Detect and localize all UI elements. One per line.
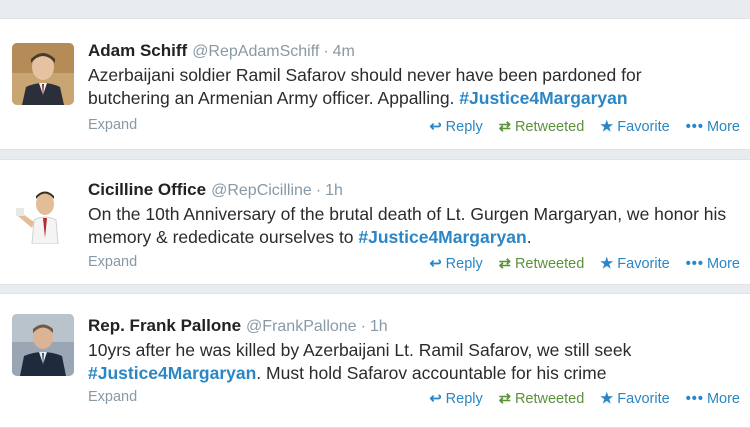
timestamp[interactable]: 1h	[325, 182, 343, 199]
tweet-header: Cicilline Office @RepCicilline · 1h	[88, 180, 343, 200]
reply-label: Reply	[445, 256, 483, 272]
retweet-icon: ⇄	[498, 391, 511, 407]
reply-arrow-icon: ↩	[429, 256, 442, 272]
tweet-actions: ↩ Reply ⇄ Retweeted ★ Favorite ••• More	[418, 119, 740, 135]
reply-label: Reply	[445, 391, 483, 407]
favorite-label: Favorite	[617, 119, 670, 135]
reply-label: Reply	[445, 119, 483, 135]
retweet-button[interactable]: ⇄ Retweeted	[499, 256, 584, 272]
more-button[interactable]: ••• More	[686, 256, 740, 272]
more-button[interactable]: ••• More	[686, 391, 740, 407]
more-label: More	[706, 391, 740, 407]
author-name[interactable]: Adam Schiff	[88, 41, 187, 60]
retweet-label: Retweeted	[514, 256, 585, 272]
expand-link[interactable]: Expand	[88, 389, 137, 405]
separator: ·	[323, 43, 329, 60]
star-icon: ★	[600, 391, 614, 407]
reply-arrow-icon: ↩	[429, 391, 442, 407]
retweet-icon: ⇄	[498, 256, 511, 272]
more-label: More	[706, 119, 740, 135]
reply-button[interactable]: ↩ Reply	[430, 256, 483, 272]
retweet-icon: ⇄	[498, 119, 511, 135]
favorite-button[interactable]: ★ Favorite	[600, 256, 669, 272]
author-handle[interactable]: @RepAdamSchiff	[192, 43, 319, 60]
avatar-image	[12, 43, 74, 105]
reply-button[interactable]: ↩ Reply	[430, 119, 483, 135]
separator: ·	[315, 182, 322, 199]
retweet-button[interactable]: ⇄ Retweeted	[499, 391, 584, 407]
avatar[interactable]	[12, 43, 74, 105]
favorite-button[interactable]: ★ Favorite	[600, 391, 669, 407]
tweet-text: On the 10th Anniversary of the brutal de…	[88, 203, 728, 249]
author-handle[interactable]: @FrankPallone	[246, 318, 357, 335]
tweet-text: 10yrs after he was killed by Azerbaijani…	[88, 339, 728, 385]
avatar[interactable]	[12, 314, 74, 376]
avatar-image	[12, 314, 74, 376]
hashtag-link[interactable]: #Justice4Margaryan	[358, 227, 526, 247]
reply-arrow-icon: ↩	[429, 119, 442, 135]
retweet-label: Retweeted	[514, 391, 585, 407]
author-name[interactable]: Rep. Frank Pallone	[88, 316, 241, 335]
expand-link[interactable]: Expand	[88, 254, 137, 270]
reply-button[interactable]: ↩ Reply	[430, 391, 483, 407]
tweet[interactable]: Adam Schiff @RepAdamSchiff · 4m Azerbaijani…	[0, 18, 750, 150]
hashtag-link[interactable]: #Justice4Margaryan	[88, 363, 256, 383]
avatar[interactable]	[12, 182, 74, 244]
more-dots-icon: •••	[685, 391, 704, 407]
tweet-actions: ↩ Reply ⇄ Retweeted ★ Favorite ••• More	[418, 391, 740, 407]
star-icon: ★	[600, 256, 614, 272]
tweet-text-tail: . Must hold Safarov accountable for his …	[256, 363, 607, 383]
author-handle[interactable]: @RepCicilline	[211, 182, 312, 199]
author-name[interactable]: Cicilline Office	[88, 180, 206, 199]
tweet-header: Rep. Frank Pallone @FrankPallone · 1h	[88, 316, 388, 336]
timestamp[interactable]: 1h	[370, 318, 388, 335]
retweet-button[interactable]: ⇄ Retweeted	[499, 119, 584, 135]
tweet-feed: Adam Schiff @RepAdamSchiff · 4m Azerbaijani…	[0, 0, 750, 428]
avatar-image	[12, 182, 74, 244]
retweet-label: Retweeted	[514, 119, 585, 135]
star-icon: ★	[600, 119, 614, 135]
tweet[interactable]: Rep. Frank Pallone @FrankPallone · 1h 10yrs…	[0, 293, 750, 428]
favorite-button[interactable]: ★ Favorite	[600, 119, 669, 135]
expand-link[interactable]: Expand	[88, 117, 137, 133]
more-label: More	[706, 256, 740, 272]
tweet-header: Adam Schiff @RepAdamSchiff · 4m	[88, 41, 355, 61]
tweet-actions: ↩ Reply ⇄ Retweeted ★ Favorite ••• More	[418, 256, 740, 272]
tweet-text-body: 10yrs after he was killed by Azerbaijani…	[88, 340, 632, 360]
tweet[interactable]: Cicilline Office @RepCicilline · 1h On the …	[0, 159, 750, 285]
tweet-text: Azerbaijani soldier Ramil Safarov should…	[88, 64, 728, 110]
separator: ·	[360, 318, 366, 335]
tweet-text-tail: .	[526, 227, 532, 247]
more-button[interactable]: ••• More	[686, 119, 740, 135]
favorite-label: Favorite	[617, 391, 670, 407]
timestamp[interactable]: 4m	[333, 43, 355, 60]
more-dots-icon: •••	[685, 119, 704, 135]
hashtag-link[interactable]: #Justice4Margaryan	[459, 88, 627, 108]
favorite-label: Favorite	[617, 256, 670, 272]
more-dots-icon: •••	[685, 256, 704, 272]
